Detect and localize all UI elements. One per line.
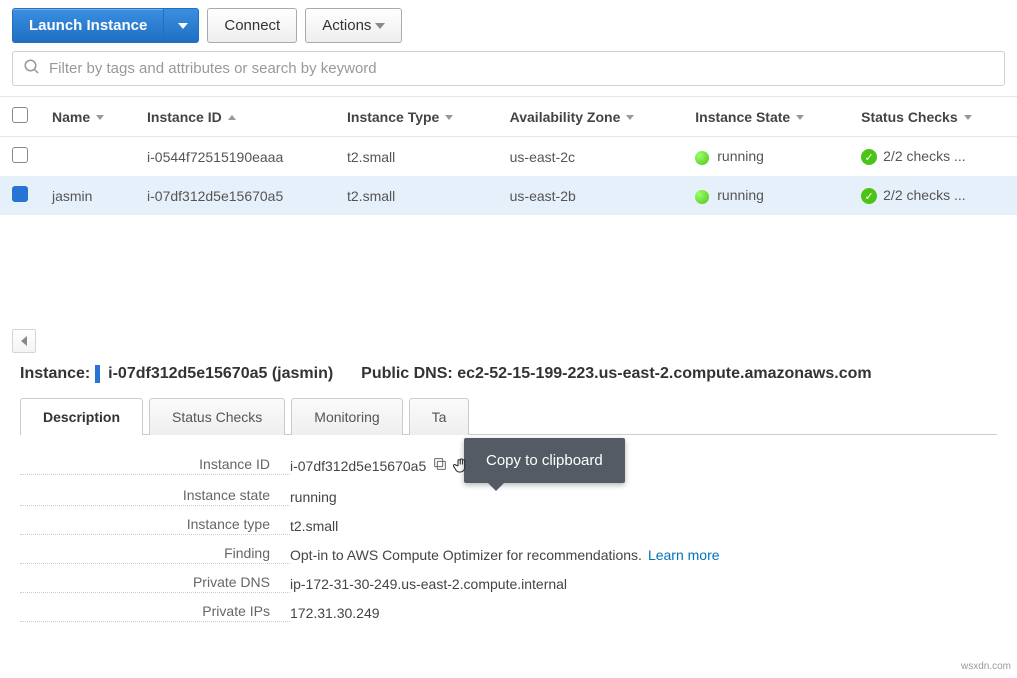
connect-button[interactable]: Connect — [207, 8, 297, 43]
cell-az: us-east-2c — [498, 137, 684, 177]
detail-tabs: Description Status Checks Monitoring Ta — [20, 397, 997, 435]
cell-az: us-east-2b — [498, 176, 684, 215]
kv-value-private-dns: ip-172-31-30-249.us-east-2.compute.inter… — [290, 576, 567, 592]
actions-label: Actions — [322, 17, 371, 34]
status-dot-icon — [695, 190, 709, 204]
cell-type: t2.small — [335, 137, 498, 177]
column-instance-id[interactable]: Instance ID — [135, 97, 335, 137]
sort-icon — [445, 115, 453, 120]
tab-description[interactable]: Description — [20, 398, 143, 435]
launch-instance-dropdown[interactable] — [163, 8, 199, 43]
cell-id: i-07df312d5e15670a5 — [135, 176, 335, 215]
selection-indicator-icon — [95, 365, 100, 383]
launch-instance-button[interactable]: Launch Instance — [12, 8, 163, 43]
detail-header: Instance: i-07df312d5e15670a5 (jasmin) P… — [0, 359, 1017, 397]
sort-icon — [964, 115, 972, 120]
kv-label-private-ips: Private IPs — [20, 603, 290, 622]
kv-value-instance-state: running — [290, 489, 337, 505]
cell-id: i-0544f72515190eaaa — [135, 137, 335, 177]
learn-more-link[interactable]: Learn more — [648, 547, 720, 563]
kv-label-private-dns: Private DNS — [20, 574, 290, 593]
search-icon — [23, 58, 41, 79]
sort-icon — [96, 115, 104, 120]
table-row[interactable]: jasmin i-07df312d5e15670a5 t2.small us-e… — [0, 176, 1017, 215]
cell-checks: ✓2/2 checks ... — [849, 137, 1017, 177]
search-input[interactable] — [49, 60, 994, 77]
caret-down-icon — [178, 23, 188, 29]
kv-label-finding: Finding — [20, 545, 290, 564]
column-name[interactable]: Name — [40, 97, 135, 137]
cursor-hand-icon — [452, 456, 470, 479]
cell-name: jasmin — [40, 176, 135, 215]
instance-label: Instance: — [20, 365, 90, 382]
select-all-checkbox[interactable] — [12, 107, 28, 123]
check-circle-icon: ✓ — [861, 188, 877, 204]
sort-icon — [626, 115, 634, 120]
tooltip: Copy to clipboard — [464, 438, 625, 483]
cell-state: running — [683, 176, 849, 215]
sort-icon — [796, 115, 804, 120]
row-checkbox[interactable] — [12, 186, 28, 202]
actions-button[interactable]: Actions — [305, 8, 402, 43]
cell-name — [40, 137, 135, 177]
kv-value-finding: Opt-in to AWS Compute Optimizer for reco… — [290, 547, 642, 563]
public-dns-label: Public DNS: — [361, 365, 453, 382]
kv-label-instance-id: Instance ID — [20, 456, 290, 475]
column-status-checks[interactable]: Status Checks — [849, 97, 1017, 137]
column-instance-type[interactable]: Instance Type — [335, 97, 498, 137]
cell-type: t2.small — [335, 176, 498, 215]
kv-label-instance-state: Instance state — [20, 487, 290, 506]
cell-checks: ✓2/2 checks ... — [849, 176, 1017, 215]
kv-value-instance-type: t2.small — [290, 518, 338, 534]
sort-asc-icon — [228, 115, 236, 120]
tab-tags[interactable]: Ta — [409, 398, 470, 435]
kv-value-private-ips: 172.31.30.249 — [290, 605, 380, 621]
cell-state: running — [683, 137, 849, 177]
row-checkbox[interactable] — [12, 147, 28, 163]
tab-monitoring[interactable]: Monitoring — [291, 398, 402, 435]
column-availability-zone[interactable]: Availability Zone — [498, 97, 684, 137]
kv-label-instance-type: Instance type — [20, 516, 290, 535]
copy-icon[interactable] — [432, 456, 448, 475]
instances-table: Name Instance ID Instance Type Availabil… — [0, 96, 1017, 215]
tab-status-checks[interactable]: Status Checks — [149, 398, 285, 435]
scroll-left-button[interactable] — [12, 329, 36, 353]
table-row[interactable]: i-0544f72515190eaaa t2.small us-east-2c … — [0, 137, 1017, 177]
public-dns-value: ec2-52-15-199-223.us-east-2.compute.amaz… — [457, 365, 871, 382]
toolbar: Launch Instance Connect Actions — [0, 0, 1017, 51]
splitter-space — [0, 215, 1017, 325]
status-dot-icon — [695, 151, 709, 165]
chevron-left-icon — [21, 336, 27, 346]
caret-down-icon — [375, 23, 385, 29]
watermark: wsxdn.com — [961, 661, 1011, 672]
check-circle-icon: ✓ — [861, 149, 877, 165]
kv-value-instance-id: i-07df312d5e15670a5 — [290, 458, 426, 474]
instance-value: i-07df312d5e15670a5 (jasmin) — [108, 365, 333, 382]
column-instance-state[interactable]: Instance State — [683, 97, 849, 137]
search-bar[interactable] — [12, 51, 1005, 86]
